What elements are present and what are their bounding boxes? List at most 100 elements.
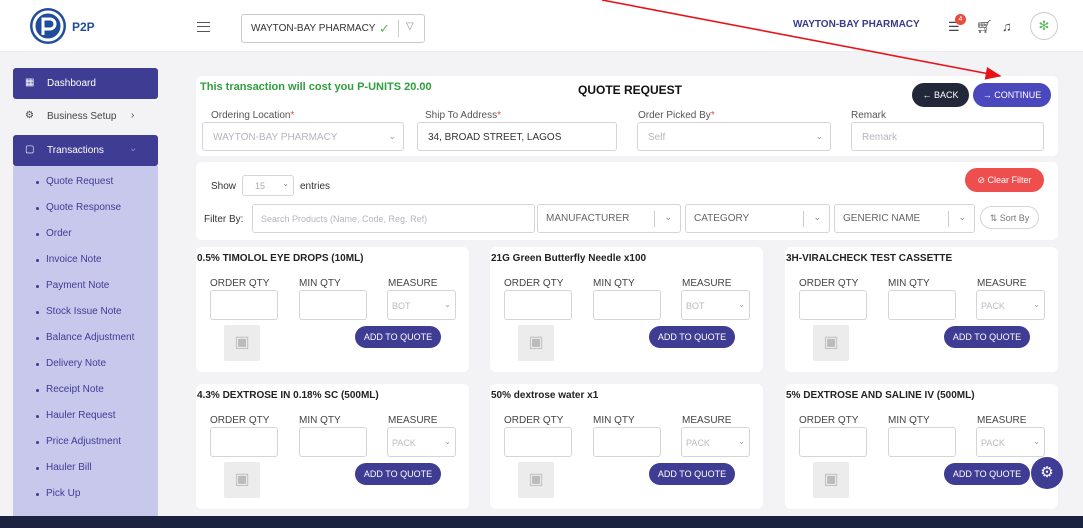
search-input[interactable]: Search Products (Name, Code, Reg. Ref) — [252, 204, 535, 233]
add-to-quote-button[interactable]: ADD TO QUOTE — [649, 326, 735, 348]
chevron-down-icon: ⌄ — [444, 437, 451, 446]
sort-by-button[interactable]: ⇅ Sort By — [980, 206, 1039, 229]
order-qty-input[interactable] — [504, 290, 572, 320]
measure-select[interactable]: PACK ⌄ — [681, 427, 750, 457]
sidebar-sub-delivery-note[interactable]: Delivery Note — [35, 358, 106, 369]
entries-select[interactable]: 15 ⌄ — [242, 175, 294, 196]
cost-notice: This transaction will cost you P-UNITS 2… — [200, 81, 432, 93]
arrow-left-icon: ← — [922, 90, 934, 100]
sort-icon: ⇅ — [989, 213, 1000, 223]
chevron-down-icon: ⌄ — [129, 143, 138, 154]
measure-label: MEASURE — [682, 415, 732, 426]
sidebar-sub-quote-response[interactable]: Quote Response — [35, 202, 121, 213]
gear-icon: ⚙ — [25, 110, 34, 121]
product-card: 4.3% DEXTROSE IN 0.18% SC (500ML) ORDER Q… — [196, 384, 469, 509]
sidebar-item-label: Business Setup — [47, 111, 117, 122]
show-label: Show — [211, 181, 237, 192]
bottom-bar — [0, 516, 1083, 528]
sidebar-sub-payment-note[interactable]: Payment Note — [35, 280, 109, 291]
sidebar-sub-order[interactable]: Order — [36, 228, 72, 239]
sidebar-item-dashboard[interactable]: ▦ Dashboard — [13, 68, 158, 99]
min-qty-input[interactable] — [593, 290, 661, 320]
location-select[interactable]: WAYTON-BAY PHARMACY ✓ ▽ — [241, 14, 425, 43]
settings-fab-icon[interactable]: ⚙ — [1031, 457, 1063, 489]
order-qty-input[interactable] — [799, 427, 867, 457]
measure-select[interactable]: BOT ⌄ — [681, 290, 750, 320]
ship-to-label: Ship To Address* — [425, 110, 501, 121]
top-bar: P2P WAYTON-BAY PHARMACY ✓ ▽ WAYTON-BAY P… — [0, 0, 1083, 52]
add-to-quote-button[interactable]: ADD TO QUOTE — [944, 326, 1030, 348]
ship-to-address-input[interactable]: 34, BROAD STREET, LAGOS — [417, 122, 617, 151]
notification-badge: 4 — [955, 14, 966, 25]
add-to-quote-button[interactable]: ADD TO QUOTE — [649, 463, 735, 485]
sidebar-sub-pick-up[interactable]: Pick Up — [35, 488, 80, 499]
min-qty-input[interactable] — [888, 290, 956, 320]
clear-filter-button[interactable]: ⊘ Clear Filter — [965, 168, 1044, 192]
order-qty-input[interactable] — [210, 427, 278, 457]
product-card: 0.5% TIMOLOL EYE DROPS (10ML) ORDER QTY MI… — [196, 247, 469, 372]
sidebar-sub-receipt-note[interactable]: Receipt Note — [36, 384, 104, 395]
menu-icon[interactable] — [197, 22, 210, 32]
sidebar-sub-price-adjustment[interactable]: Price Adjustment — [35, 436, 121, 447]
order-qty-input[interactable] — [210, 290, 278, 320]
min-qty-input[interactable] — [593, 427, 661, 457]
sidebar-item-label: Transactions — [47, 145, 104, 156]
product-name: 3H-VIRALCHECK TEST CASSETTE — [786, 253, 953, 264]
chevron-down-icon: ⌄ — [1033, 300, 1040, 309]
sidebar-item-business-setup[interactable]: ⚙ Business Setup › — [13, 101, 158, 132]
sidebar-sub-stock-issue-note[interactable]: Stock Issue Note — [36, 306, 122, 317]
avatar[interactable]: ✻ — [1030, 12, 1058, 40]
bell-icon[interactable]: ♫ — [1002, 19, 1012, 34]
sidebar-sub-invoice-note[interactable]: Invoice Note — [36, 254, 102, 265]
min-qty-label: MIN QTY — [888, 415, 930, 426]
chevron-down-icon: ⌄ — [1033, 437, 1040, 446]
remark-label: Remark — [851, 110, 887, 121]
order-qty-label: ORDER QTY — [799, 278, 859, 289]
continue-button[interactable]: → CONTINUE — [973, 83, 1051, 107]
picked-by-select[interactable]: Self ⌄ — [637, 122, 831, 151]
chevron-down-icon: ⌄ — [444, 300, 451, 309]
sidebar-sub-hauler-bill[interactable]: Hauler Bill — [36, 462, 92, 473]
product-image-icon: ▣ — [518, 325, 554, 361]
min-qty-input[interactable] — [299, 290, 367, 320]
measure-label: MEASURE — [388, 278, 438, 289]
remark-input[interactable]: Remark — [851, 122, 1044, 151]
chevron-down-icon: ⌄ — [813, 212, 821, 222]
measure-select[interactable]: PACK ⌄ — [976, 427, 1045, 457]
measure-select[interactable]: BOT ⌄ — [387, 290, 456, 320]
product-image-icon: ▣ — [813, 325, 849, 361]
order-qty-input[interactable] — [799, 290, 867, 320]
divider — [398, 20, 399, 37]
chevron-down-icon: ▽ — [406, 21, 414, 32]
sidebar-sub-hauler-request[interactable]: Hauler Request — [35, 410, 115, 421]
ordering-location-select[interactable]: WAYTON-BAY PHARMACY ⌄ — [202, 122, 404, 151]
filter-by-label: Filter By: — [204, 214, 244, 225]
product-image-icon: ▣ — [813, 462, 849, 498]
sidebar-sub-balance-adjustment[interactable]: Balance Adjustment — [35, 332, 134, 343]
min-qty-input[interactable] — [888, 427, 956, 457]
add-to-quote-button[interactable]: ADD TO QUOTE — [355, 326, 441, 348]
chevron-right-icon: › — [131, 110, 135, 121]
order-qty-input[interactable] — [504, 427, 572, 457]
back-button[interactable]: ← BACK — [912, 83, 969, 107]
measure-label: MEASURE — [388, 415, 438, 426]
arrow-right-icon: → — [982, 90, 995, 100]
product-image-icon: ▣ — [518, 462, 554, 498]
sidebar-item-transactions[interactable]: ▢ Transactions ⌄ — [13, 135, 158, 166]
product-card: 3H-VIRALCHECK TEST CASSETTE ORDER QTY MIN … — [785, 247, 1058, 372]
measure-select[interactable]: PACK ⌄ — [387, 427, 456, 457]
divider — [948, 211, 949, 227]
generic-name-select[interactable]: GENERIC NAME ⌄ — [834, 204, 975, 233]
category-select[interactable]: CATEGORY ⌄ — [685, 204, 830, 233]
add-to-quote-button[interactable]: ADD TO QUOTE — [944, 463, 1030, 485]
min-qty-label: MIN QTY — [593, 415, 635, 426]
manufacturer-select[interactable]: MANUFACTURER ⌄ — [537, 204, 681, 233]
sidebar-sub-quote-request[interactable]: Quote Request — [35, 176, 113, 187]
cart-icon[interactable]: 🛒︎ — [976, 19, 993, 35]
min-qty-label: MIN QTY — [888, 278, 930, 289]
measure-select[interactable]: PACK ⌄ — [976, 290, 1045, 320]
order-qty-label: ORDER QTY — [210, 415, 270, 426]
min-qty-input[interactable] — [299, 427, 367, 457]
product-card: 21G Green Butterfly Needle x100 ORDER QTY… — [490, 247, 763, 372]
add-to-quote-button[interactable]: ADD TO QUOTE — [355, 463, 441, 485]
